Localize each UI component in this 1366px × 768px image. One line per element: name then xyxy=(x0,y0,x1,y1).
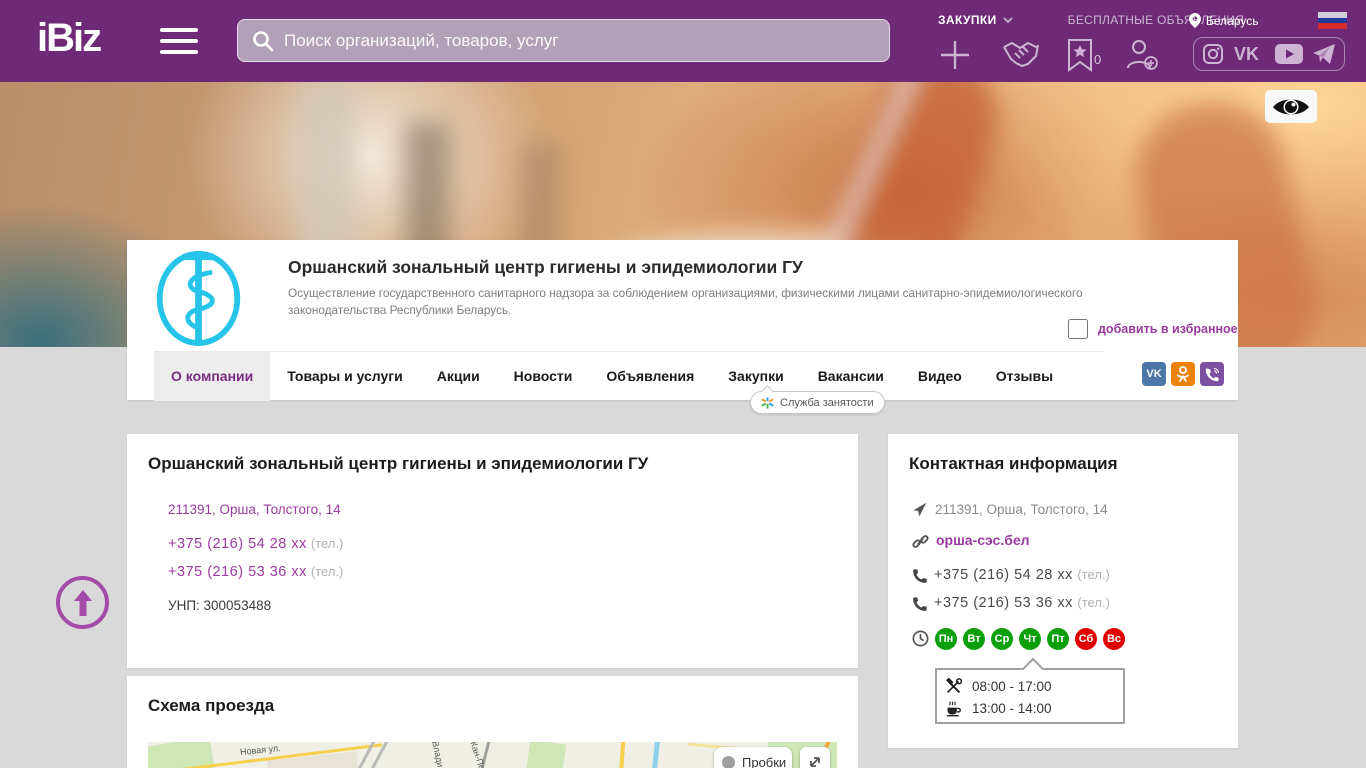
search-input[interactable] xyxy=(284,30,889,51)
day-saturday[interactable]: Сб xyxy=(1075,628,1097,650)
street-label-2: Влади… xyxy=(430,742,448,768)
arrow-up-icon xyxy=(73,589,92,616)
clock-icon xyxy=(912,630,929,647)
instagram-icon[interactable] xyxy=(1202,43,1224,65)
map-expand-button[interactable] xyxy=(800,747,830,768)
company-social-links: VK xyxy=(1142,362,1224,386)
youtube-icon[interactable] xyxy=(1275,44,1304,64)
search-bar xyxy=(237,19,890,62)
site-logo[interactable]: iBiz xyxy=(37,16,102,61)
favorites-count: 0 xyxy=(1094,52,1102,67)
favorites-bookmark-star-icon[interactable] xyxy=(1066,38,1094,72)
phone-icon xyxy=(913,597,927,611)
tab-news[interactable]: Новости xyxy=(497,352,590,401)
tab-promotions[interactable]: Акции xyxy=(420,352,497,401)
vacancies-tooltip-label: Служба занятости xyxy=(780,396,874,409)
vacancies-tooltip: Служба занятости xyxy=(750,391,885,414)
tab-video[interactable]: Видео xyxy=(901,352,979,401)
handshake-icon[interactable] xyxy=(1001,40,1041,70)
company-logo-caduceus xyxy=(156,250,241,346)
tab-products[interactable]: Товары и услуги xyxy=(270,352,419,401)
about-company-card: Оршанский зональный центр гигиены и эпид… xyxy=(127,434,858,668)
route-map-card: Схема проезда Новая ул. Влади… Кан-По… П… xyxy=(127,676,858,768)
company-name: Оршанский зональный центр гигиены и эпид… xyxy=(288,257,803,277)
phone-number-2[interactable]: +375 (216) 53 36 xx xyxy=(168,564,307,580)
chevron-down-icon xyxy=(1003,17,1013,24)
day-friday[interactable]: Пт xyxy=(1047,628,1069,650)
traffic-button[interactable]: Пробки xyxy=(714,747,792,768)
expand-arrows-icon xyxy=(810,757,820,767)
viber-icon[interactable] xyxy=(1200,362,1224,386)
vk-icon[interactable]: VK xyxy=(1233,44,1267,64)
phone-number-1[interactable]: +375 (216) 54 28 xx xyxy=(168,536,307,552)
back-to-top-button[interactable] xyxy=(56,576,109,629)
tab-reviews[interactable]: Отзывы xyxy=(979,352,1070,401)
contact-info-card: Контактная информация 211391, Орша, Толс… xyxy=(888,434,1238,748)
company-tabs: О компании Товары и услуги Акции Новости… xyxy=(154,351,1104,401)
day-monday[interactable]: Пн xyxy=(935,628,957,650)
employment-service-spark-icon xyxy=(761,396,774,409)
map-title: Схема проезда xyxy=(148,696,275,715)
region-selector[interactable]: Беларусь xyxy=(1189,13,1258,28)
contact-address: 211391, Орша, Толстого, 14 xyxy=(935,502,1108,517)
tab-ads[interactable]: Объявления xyxy=(589,352,711,401)
phone-line-1: +375 (216) 54 28 xx (тел.) xyxy=(168,536,343,552)
working-days: Пн Вт Ср Чт Пт Сб Вс xyxy=(935,628,1131,650)
navigation-arrow-icon xyxy=(913,502,927,517)
language-flag-russian[interactable] xyxy=(1318,12,1347,29)
company-header-card: Оршанский зональный центр гигиены и эпид… xyxy=(127,240,1238,401)
accessibility-eye-button[interactable] xyxy=(1265,90,1317,123)
eye-icon xyxy=(1273,99,1309,114)
work-tools-icon xyxy=(946,677,962,693)
header-social-links: VK xyxy=(1193,37,1345,71)
vk-social-icon[interactable]: VK xyxy=(1142,362,1166,386)
working-hours-popover: 08:00 - 17:00 13:00 - 14:00 xyxy=(935,668,1125,724)
day-sunday[interactable]: Вс xyxy=(1103,628,1125,650)
phone-note-2: (тел.) xyxy=(310,564,344,579)
traffic-light-icon xyxy=(722,755,735,768)
day-thursday[interactable]: Чт xyxy=(1019,628,1041,650)
nav-zakupki[interactable]: ЗАКУПКИ xyxy=(938,13,1014,27)
add-to-favorites[interactable]: добавить в избранное xyxy=(1068,319,1238,339)
link-icon xyxy=(912,535,929,548)
phone-icon xyxy=(913,569,927,583)
search-icon xyxy=(253,30,274,51)
top-header: iBiz ЗАКУПКИ БЕСПЛАТНЫЕ ОБЪЯВЛЕНИЯ Белар… xyxy=(0,0,1366,82)
favorite-checkbox[interactable] xyxy=(1068,319,1088,339)
lunch-break-cup-icon xyxy=(946,700,961,716)
contact-phone-1[interactable]: +375 (216) 54 28 xx (тел.) xyxy=(934,567,1110,583)
location-pin-icon xyxy=(1189,13,1201,28)
work-hours: 08:00 - 17:00 xyxy=(972,678,1052,694)
company-address-link[interactable]: 211391, Орша, Толстого, 14 xyxy=(168,502,341,517)
phone-line-2: +375 (216) 53 36 xx (тел.) xyxy=(168,564,343,580)
company-unp: УНП: 300053488 xyxy=(168,598,272,613)
add-plus-icon[interactable] xyxy=(938,38,972,72)
street-label-1: Новая ул. xyxy=(239,742,282,758)
favorite-label: добавить в избранное xyxy=(1098,322,1238,336)
odnoklassniki-icon[interactable] xyxy=(1171,362,1195,386)
break-hours: 13:00 - 14:00 xyxy=(972,700,1052,716)
day-wednesday[interactable]: Ср xyxy=(991,628,1013,650)
svg-text:VK: VK xyxy=(1234,44,1259,64)
user-add-icon[interactable] xyxy=(1124,38,1160,72)
contact-title: Контактная информация xyxy=(909,454,1118,473)
telegram-icon[interactable] xyxy=(1312,43,1336,65)
day-tuesday[interactable]: Вт xyxy=(963,628,985,650)
hamburger-menu-icon[interactable] xyxy=(160,28,198,54)
phone-note-1: (тел.) xyxy=(310,536,344,551)
contact-phone-2[interactable]: +375 (216) 53 36 xx (тел.) xyxy=(934,595,1110,611)
traffic-label: Пробки xyxy=(742,754,787,768)
tab-about[interactable]: О компании xyxy=(154,352,271,401)
company-website-link[interactable]: орша-сэс.бел xyxy=(936,532,1030,548)
company-description: Осуществление государственного санитарно… xyxy=(288,286,1083,317)
map-canvas[interactable]: Новая ул. Влади… Кан-По… Пробки xyxy=(148,742,837,768)
about-title: Оршанский зональный центр гигиены и эпид… xyxy=(148,454,649,473)
